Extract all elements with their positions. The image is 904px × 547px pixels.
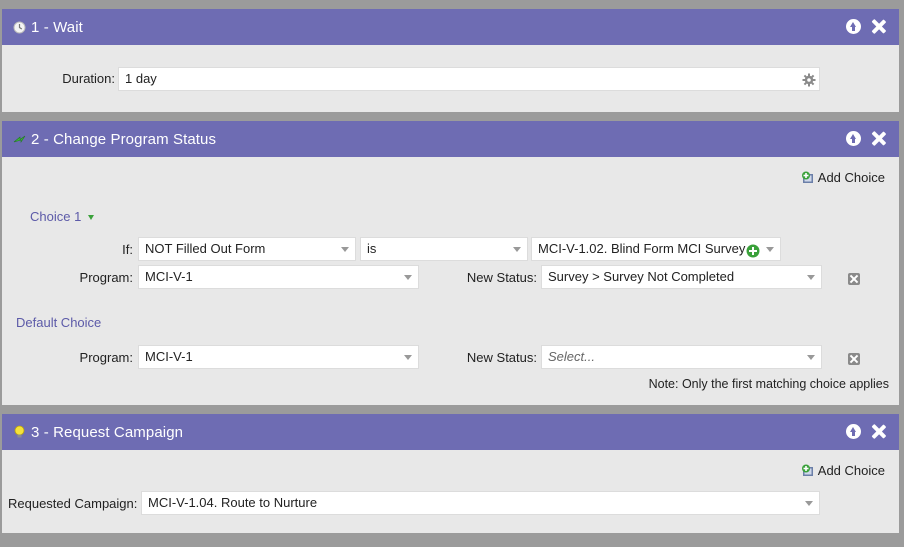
if-label: If: bbox=[122, 242, 133, 257]
if-operator-select[interactable]: is bbox=[360, 237, 528, 261]
chevron-down-icon bbox=[807, 355, 815, 360]
gear-icon[interactable] bbox=[802, 72, 816, 87]
default-new-status-select[interactable]: Select... bbox=[541, 345, 822, 369]
step-wait: 1 - Wait Duration: 1 day bbox=[2, 9, 899, 112]
step-title: 3 - Request Campaign bbox=[31, 423, 184, 441]
lightbulb-icon bbox=[12, 425, 26, 439]
if-condition-value: NOT Filled Out Form bbox=[145, 241, 266, 256]
step-header[interactable]: 1 - Wait bbox=[2, 9, 899, 45]
chevron-down-icon bbox=[807, 275, 815, 280]
add-choice-icon bbox=[801, 171, 817, 185]
choice-1-text: Choice 1 bbox=[30, 209, 82, 224]
requested-campaign-select[interactable]: MCI-V-1.04. Route to Nurture bbox=[141, 491, 820, 515]
chevron-down-icon bbox=[805, 501, 813, 506]
status-change-icon bbox=[12, 132, 26, 146]
if-operator-value: is bbox=[367, 241, 377, 256]
move-up-icon[interactable] bbox=[846, 19, 861, 34]
chevron-down-icon bbox=[513, 247, 521, 252]
close-icon[interactable] bbox=[871, 19, 886, 34]
add-choice-icon bbox=[801, 464, 817, 478]
step-change-program-status: 2 - Change Program Status Add Choice Cho… bbox=[2, 121, 899, 405]
step-header[interactable]: 2 - Change Program Status bbox=[2, 121, 899, 157]
default-program-label: Program: bbox=[79, 350, 133, 365]
add-choice-label: Add Choice bbox=[817, 170, 885, 185]
close-icon[interactable] bbox=[871, 424, 886, 439]
close-icon[interactable] bbox=[871, 131, 886, 146]
if-value-text: MCI-V-1.02. Blind Form MCI Survey bbox=[538, 241, 746, 256]
duration-value: 1 day bbox=[125, 71, 157, 86]
delete-choice-icon[interactable] bbox=[848, 273, 860, 285]
new-status-value: Survey > Survey Not Completed bbox=[548, 269, 735, 284]
move-up-icon[interactable] bbox=[846, 424, 861, 439]
delete-default-choice-icon[interactable] bbox=[848, 353, 860, 365]
add-value-icon[interactable] bbox=[746, 243, 760, 258]
step-title: 2 - Change Program Status bbox=[31, 130, 217, 148]
chevron-down-icon[interactable] bbox=[87, 215, 94, 221]
default-program-select[interactable]: MCI-V-1 bbox=[138, 345, 419, 369]
default-program-value: MCI-V-1 bbox=[145, 349, 193, 364]
choice-1-label[interactable]: Choice 1 bbox=[30, 209, 94, 224]
requested-campaign-label: Requested Campaign: bbox=[8, 496, 138, 511]
default-choice-label: Default Choice bbox=[16, 315, 102, 330]
add-choice-button[interactable]: Add Choice bbox=[801, 463, 885, 478]
chevron-down-icon bbox=[341, 247, 349, 252]
if-condition-select[interactable]: NOT Filled Out Form bbox=[138, 237, 356, 261]
duration-label: Duration: bbox=[62, 71, 115, 86]
chevron-down-icon bbox=[766, 247, 774, 252]
new-status-select[interactable]: Survey > Survey Not Completed bbox=[541, 265, 822, 289]
program-select[interactable]: MCI-V-1 bbox=[138, 265, 419, 289]
step-title: 1 - Wait bbox=[31, 18, 83, 36]
program-label: Program: bbox=[79, 270, 133, 285]
default-new-status-placeholder: Select... bbox=[548, 349, 595, 364]
matching-choice-note: Note: Only the first matching choice app… bbox=[648, 377, 889, 391]
add-choice-button[interactable]: Add Choice bbox=[801, 170, 885, 185]
add-choice-label: Add Choice bbox=[817, 463, 885, 478]
program-value: MCI-V-1 bbox=[145, 269, 193, 284]
step-request-campaign: 3 - Request Campaign Add Choice Requeste… bbox=[2, 414, 899, 533]
if-value-select[interactable]: MCI-V-1.02. Blind Form MCI Survey bbox=[531, 237, 781, 261]
requested-campaign-value: MCI-V-1.04. Route to Nurture bbox=[148, 495, 318, 510]
new-status-label: New Status: bbox=[466, 270, 537, 285]
clock-icon bbox=[12, 20, 26, 34]
step-header[interactable]: 3 - Request Campaign bbox=[2, 414, 899, 450]
duration-field[interactable]: 1 day bbox=[118, 67, 820, 91]
move-up-icon[interactable] bbox=[846, 131, 861, 146]
default-new-status-label: New Status: bbox=[466, 350, 537, 365]
